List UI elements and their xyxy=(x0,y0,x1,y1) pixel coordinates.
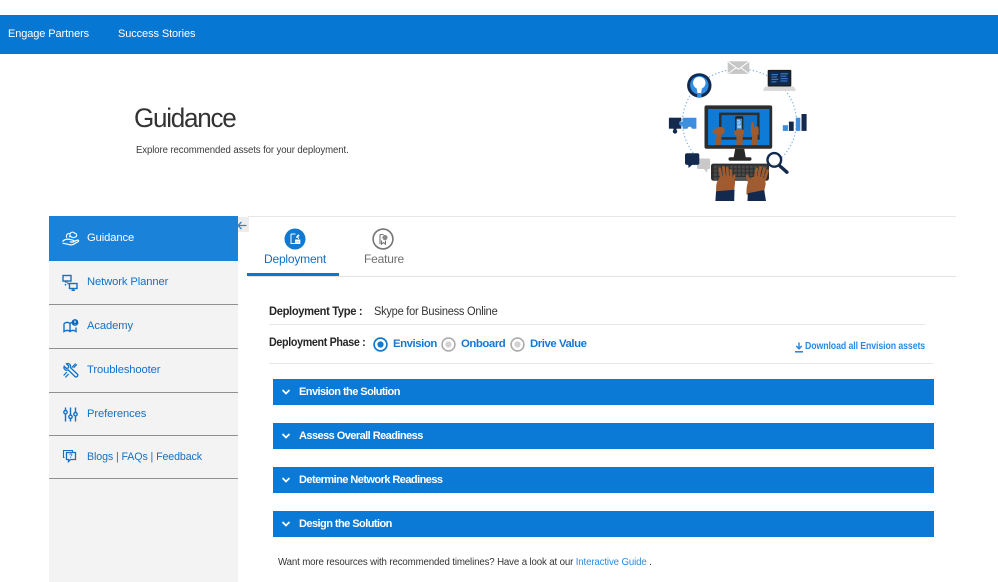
svg-text:?: ? xyxy=(69,454,73,460)
